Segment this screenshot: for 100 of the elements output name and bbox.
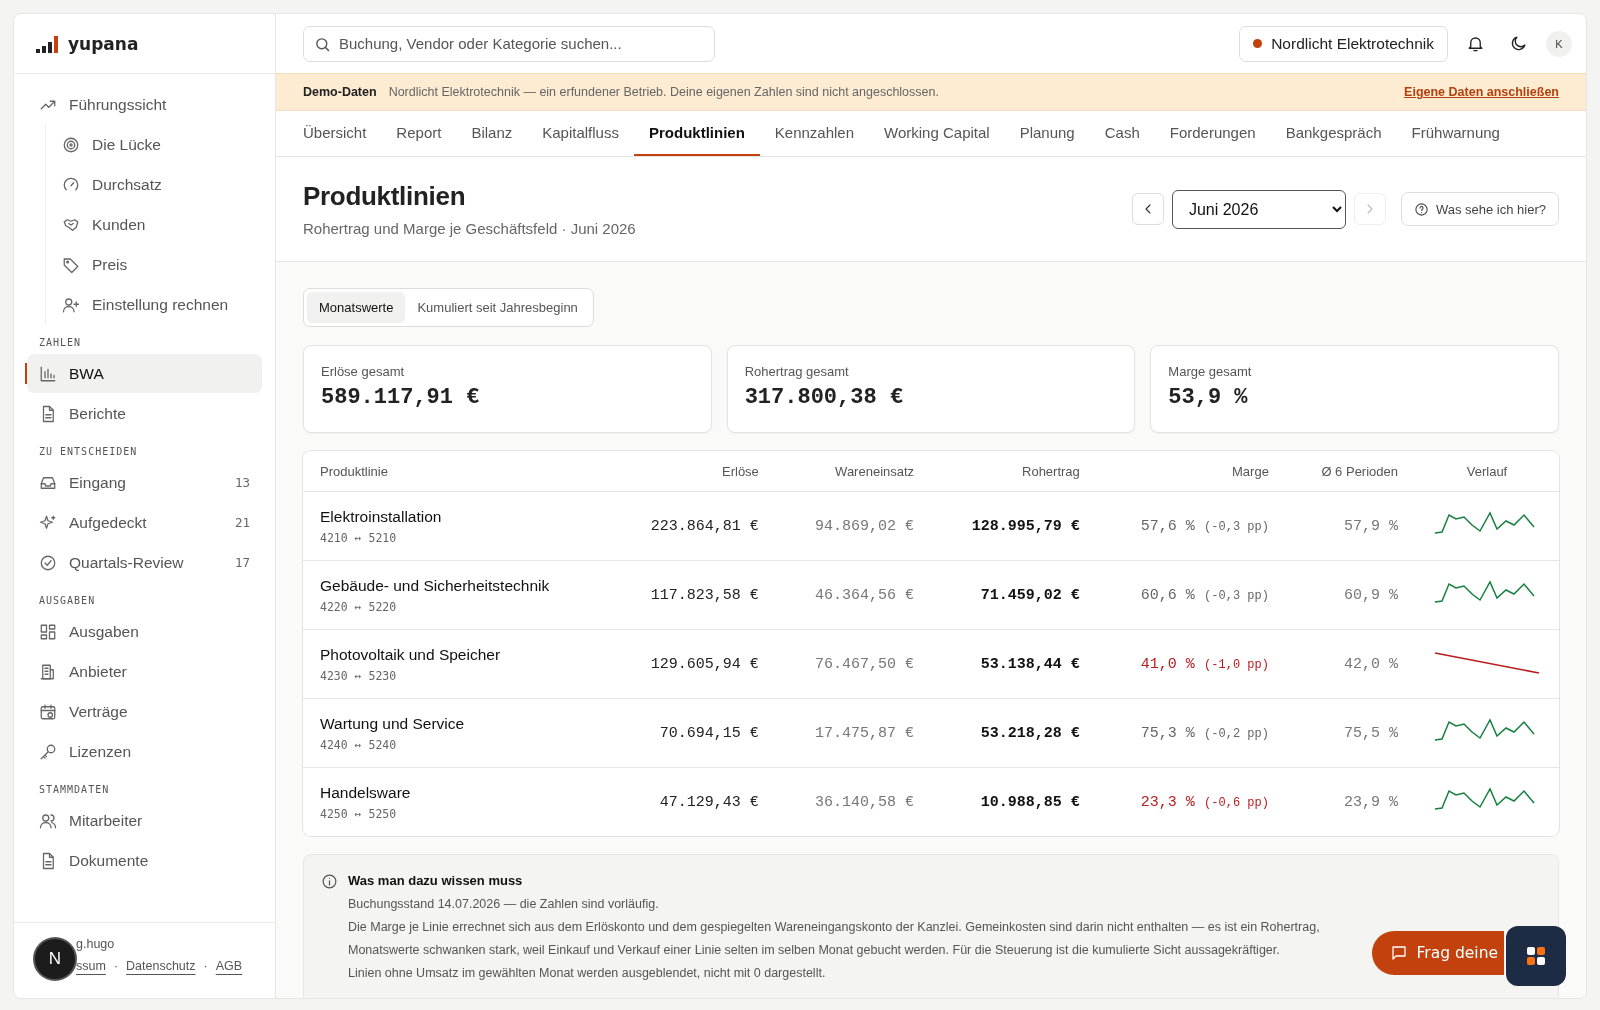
product-name: Wartung und Service (320, 714, 466, 733)
tab[interactable]: Übersicht (288, 111, 382, 156)
search-field[interactable]: Buchung, Vendor oder Kategorie suchen... (303, 25, 715, 62)
moon-icon (1509, 34, 1528, 53)
user-plus-icon (62, 295, 80, 314)
column-header: Marge (1096, 451, 1286, 492)
avatar[interactable]: N (35, 939, 75, 979)
apps-button[interactable] (1506, 926, 1566, 986)
kpi-value: 317.800,38 € (744, 385, 905, 410)
sidebar-item[interactable]: Eingang 13 (27, 463, 262, 502)
sidebar-item[interactable]: Führungssicht (27, 85, 262, 124)
column-header: Rohertrag (931, 451, 1097, 492)
tab[interactable]: Bankgespräch (1270, 111, 1397, 156)
table-cell: 223.864,81 € (650, 517, 759, 535)
page-title: Produktlinien (303, 181, 467, 212)
bar-chart-icon (39, 364, 57, 383)
grid-icon (39, 622, 57, 641)
tab[interactable]: Bilanz (456, 111, 528, 156)
kpi-value: 53,9 % (1168, 385, 1249, 410)
table-cell: 53.138,44 € (980, 655, 1080, 673)
table-cell: 128.995,79 € (971, 517, 1080, 535)
kpi-label: Marge gesamt (1168, 364, 1253, 379)
product-name: Photovoltaik und Speicher (320, 645, 502, 664)
sidebar-item[interactable]: Durchsatz (46, 165, 262, 204)
footer-link[interactable]: Datenschutz (126, 959, 196, 973)
account-pair: 4220 ↔ 5220 (320, 599, 398, 614)
view-toggle[interactable]: Monatswerte (307, 292, 406, 323)
footer-link[interactable]: ssum (76, 959, 106, 973)
section-heading: AUSGABEN (38, 594, 97, 608)
users-icon (39, 811, 57, 830)
chat-button[interactable]: Frag deine (1371, 931, 1504, 975)
sparkle-icon (39, 513, 57, 532)
margin-value: 57,6 % (-0,3 pp) (1140, 517, 1269, 535)
sidebar-item[interactable]: Aufgedeckt 21 (27, 503, 262, 542)
table-cell: 70.694,15 € (659, 724, 759, 742)
view-toggle[interactable]: Kumuliert seit Jahresbeginn (405, 292, 590, 323)
calendar-icon (39, 702, 57, 721)
account-pair: 4210 ↔ 5210 (320, 530, 398, 545)
tab[interactable]: Working Capital (869, 111, 1005, 156)
tab[interactable]: Frühwarnung (1396, 111, 1515, 156)
margin-value: 75,3 % (-0,2 pp) (1140, 724, 1269, 742)
sidebar-item[interactable]: Quartals-Review 17 (27, 543, 262, 582)
key-icon (39, 742, 57, 761)
sidebar-item[interactable]: Die Lücke (46, 125, 262, 164)
user-avatar[interactable]: K (1546, 30, 1572, 57)
tab[interactable]: Planung (1004, 111, 1090, 156)
sidebar-item[interactable]: Lizenzen (27, 732, 262, 771)
sidebar-item[interactable]: Dokumente (27, 841, 262, 880)
tab[interactable]: Kapitalfluss (527, 111, 634, 156)
banner-label: Demo-Daten (303, 85, 377, 99)
table-cell: 57,9 % (1344, 517, 1398, 535)
sidebar-item[interactable]: Mitarbeiter (27, 801, 262, 840)
table-cell: 36.140,58 € (815, 793, 915, 811)
account-pair: 4240 ↔ 5240 (320, 737, 398, 752)
sidebar-item[interactable]: Preis (46, 245, 262, 284)
sidebar-item[interactable]: BWA (27, 354, 262, 393)
tab[interactable]: Kennzahlen (759, 111, 870, 156)
table-cell: 46.364,56 € (815, 586, 915, 604)
section-heading: ZAHLEN (38, 336, 83, 350)
footer-link[interactable]: AGB (215, 959, 243, 973)
kpi-label: Rohertrag gesamt (744, 364, 850, 379)
info-text: Buchungsstand 14.07.2026 — die Zahlen sind vorläufig. (348, 897, 660, 911)
account-pair: 4230 ↔ 5230 (320, 668, 398, 683)
table-cell: 60,9 % (1344, 586, 1398, 604)
sidebar-item[interactable]: Kunden (46, 205, 262, 244)
section-heading: ZU ENTSCHEIDEN (38, 445, 139, 459)
column-header: Verlauf (1415, 451, 1559, 492)
product-name: Elektroinstallation (320, 507, 443, 526)
sidebar-item[interactable]: Ausgaben (27, 612, 262, 651)
table-cell: 76.467,50 € (815, 655, 915, 673)
company-selector[interactable]: Nordlicht Elektrotechnik (1239, 25, 1448, 62)
apps-icon (1526, 946, 1546, 966)
sidebar-item[interactable]: Berichte (27, 394, 262, 433)
section-heading: STAMMDATEN (38, 783, 111, 797)
help-button[interactable]: Was sehe ich hier? (1400, 192, 1559, 226)
brand-name: yupana (68, 33, 139, 54)
target-icon (62, 135, 80, 154)
period-select[interactable]: Juni 2026 (1171, 189, 1346, 229)
sidebar-item[interactable]: Verträge (27, 692, 262, 731)
table-cell: 42,0 % (1344, 655, 1398, 673)
sidebar-item[interactable]: Anbieter (27, 652, 262, 691)
info-icon (321, 873, 338, 890)
tab[interactable]: Forderungen (1154, 111, 1271, 156)
question-icon (1413, 201, 1429, 217)
table-cell: 94.869,02 € (815, 517, 915, 535)
tab[interactable]: Report (381, 111, 457, 156)
tab[interactable]: Cash (1089, 111, 1155, 156)
account-pair: 4250 ↔ 5250 (320, 806, 398, 821)
connect-link[interactable]: Eigene Daten anschließen (1404, 85, 1559, 99)
margin-value: 41,0 % (-1,0 pp) (1140, 655, 1269, 673)
check-circle-icon (39, 553, 57, 572)
info-text: Die Marge je Linie errechnet sich aus dem Erlöskonto und dem gespiegelten Wareneingangskonto der Kanzlei. Gemeinkosten sind darin nicht enthalten — es ist ein Rohertrag, (348, 920, 1320, 934)
margin-value: 23,3 % (-0,6 pp) (1140, 793, 1269, 811)
table-cell: 47.129,43 € (659, 793, 759, 811)
sidebar-item[interactable]: Einstellung rechnen (46, 285, 262, 324)
tag-icon (62, 255, 80, 274)
table-cell: 10.988,85 € (980, 793, 1080, 811)
info-text: Linien ohne Umsatz im gewählten Monat werden ausgeblendet, nicht mit 0 dargestellt. (348, 966, 827, 980)
separator: · (203, 959, 208, 973)
table-cell: 23,9 % (1344, 793, 1398, 811)
